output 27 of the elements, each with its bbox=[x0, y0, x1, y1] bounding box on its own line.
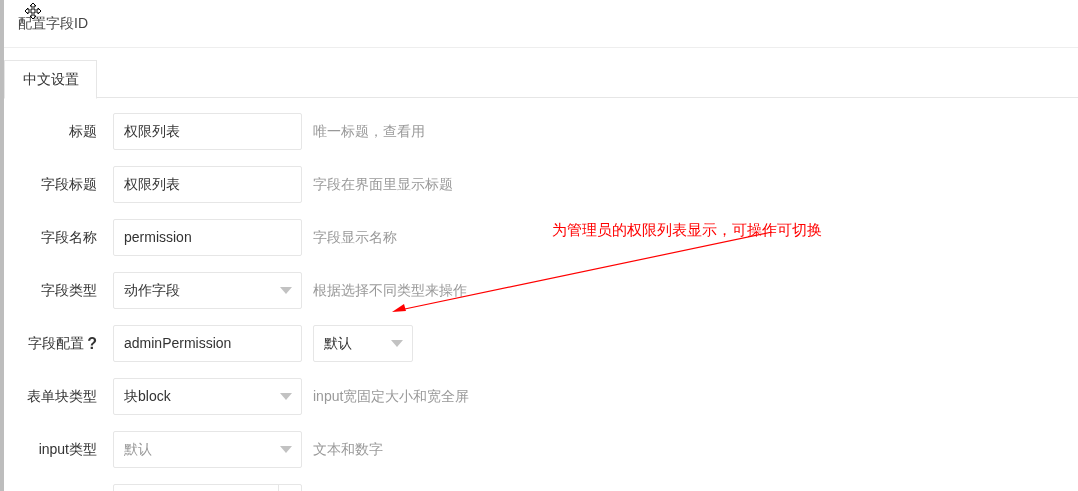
help-text: 根据选择不同类型来操作 bbox=[313, 281, 467, 300]
caret-icon bbox=[280, 446, 292, 453]
caret-icon bbox=[280, 393, 292, 400]
help-text: 字段显示名称 bbox=[313, 228, 397, 247]
field-label: 表单块类型 bbox=[27, 387, 97, 406]
field-label: 字段配置 bbox=[28, 334, 85, 353]
caret-icon bbox=[280, 287, 292, 294]
field-label: 字段标题 bbox=[41, 175, 97, 194]
input-field[interactable]: 权限列表 bbox=[113, 113, 302, 150]
select-field[interactable]: 块block bbox=[113, 378, 302, 415]
help-text: input宽固定大小和宽全屏 bbox=[313, 387, 470, 406]
field-label: 字段名称 bbox=[41, 228, 97, 247]
window-title: 配置字段ID bbox=[18, 14, 88, 33]
field-label: 字段类型 bbox=[41, 281, 97, 300]
select-field[interactable]: 默认 bbox=[313, 325, 413, 362]
select-field[interactable]: 动作字段 bbox=[113, 272, 302, 309]
caret-icon bbox=[391, 340, 403, 347]
input-field[interactable]: adminPermission bbox=[113, 325, 302, 362]
field-label: input类型 bbox=[38, 440, 97, 459]
input-field[interactable]: 权限列表 bbox=[113, 166, 302, 203]
help-text: 字段在界面里显示标题 bbox=[313, 175, 453, 194]
input-field[interactable]: permission bbox=[113, 219, 302, 256]
tab[interactable]: 中文设置 bbox=[4, 60, 97, 99]
help-text: 唯一标题，查看用 bbox=[313, 122, 425, 141]
help-mark[interactable]: ? bbox=[87, 331, 97, 356]
field-label: 标题 bbox=[69, 122, 97, 141]
help-text: 文本和数字 bbox=[313, 440, 383, 459]
